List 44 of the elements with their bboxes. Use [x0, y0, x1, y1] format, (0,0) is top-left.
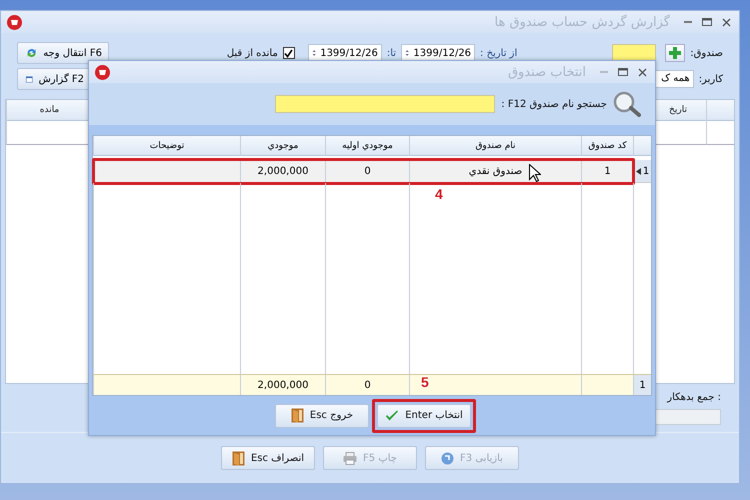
checkmark-icon	[385, 410, 400, 422]
plus-icon	[669, 47, 682, 59]
dialog-button[interactable]: خروج Esc	[275, 404, 369, 428]
step-number: 4	[435, 186, 443, 202]
add-button[interactable]	[665, 44, 686, 62]
door-icon	[232, 450, 245, 466]
to-date-label: تا:	[386, 48, 396, 58]
window-title: گزارش گردش حساب صندوق ها	[494, 14, 670, 30]
close-icon[interactable]	[638, 68, 647, 76]
restore-icon	[441, 452, 454, 464]
column-header[interactable]: توضيحات	[93, 136, 240, 156]
dialog-title: انتخاب صندوق	[508, 64, 586, 80]
app-logo-icon	[95, 64, 110, 80]
checkbox[interactable]	[282, 47, 295, 59]
header-corner	[633, 136, 651, 156]
fund-label: صندوق:	[690, 48, 723, 58]
refresh-icon	[26, 46, 38, 60]
minimize-icon[interactable]	[684, 20, 692, 24]
cursor-icon	[529, 164, 541, 182]
column-header[interactable]: نام صندوق	[409, 136, 581, 156]
carry-over-label: مانده از قبل	[226, 48, 278, 58]
search-icon	[613, 91, 641, 117]
close-icon[interactable]	[722, 18, 731, 26]
pointer-icon	[636, 168, 641, 174]
from-date-label: از تاریخ :	[480, 48, 518, 58]
printer-icon	[343, 452, 358, 464]
column-header[interactable]: موجودي اوليه	[325, 136, 409, 156]
total-cell: 2,000,000	[240, 375, 325, 395]
transfer-button[interactable]: انتقال وجه F6	[17, 42, 109, 64]
maximize-icon[interactable]	[702, 18, 712, 26]
door-icon	[290, 408, 304, 423]
search-field[interactable]	[275, 95, 496, 113]
column-header[interactable]: موجودي	[240, 136, 325, 156]
app-logo-icon	[7, 14, 22, 30]
column-header[interactable]: کد صندوق	[581, 136, 633, 156]
footer-button[interactable]: انصراف Esc	[221, 446, 315, 470]
maximize-icon[interactable]	[618, 68, 628, 76]
total-cell: 0	[325, 375, 409, 395]
dialog-button[interactable]: انتخاب Enter	[377, 404, 471, 428]
row-marker: 1	[633, 375, 651, 395]
search-label: جستجو نام صندوق F12 :	[501, 98, 607, 110]
step-number: 5	[421, 374, 429, 390]
user-label: کاربر:	[698, 74, 723, 84]
debit-total-label: جمع بدهکار :	[667, 392, 721, 403]
